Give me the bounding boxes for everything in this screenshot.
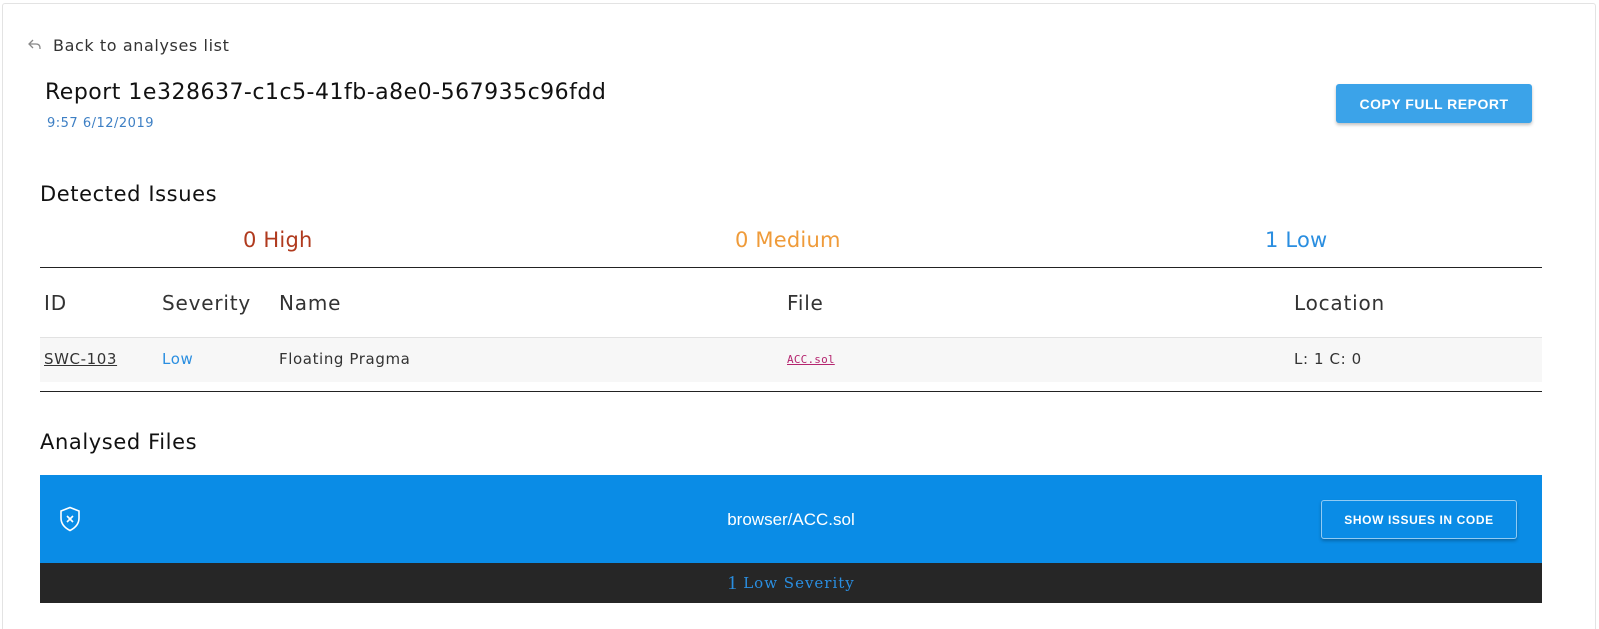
- column-header-file: File: [787, 291, 824, 315]
- analysed-file-name: browser/ACC.sol: [727, 510, 855, 529]
- back-link-label: Back to analyses list: [53, 35, 230, 55]
- back-to-list-link[interactable]: Back to analyses list: [27, 35, 229, 55]
- issue-file-link[interactable]: ACC.sol: [787, 353, 835, 366]
- issue-name: Floating Pragma: [279, 350, 411, 368]
- column-header-name: Name: [279, 291, 342, 315]
- medium-count: 0 Medium: [735, 228, 841, 252]
- severity-counts: 0 High 0 Medium 1 Low: [40, 228, 1542, 268]
- low-count: 1 Low: [1265, 228, 1328, 252]
- issue-location: L: 1 C: 0: [1294, 350, 1362, 368]
- reply-arrow-icon: [27, 37, 43, 53]
- issue-severity: Low: [162, 350, 194, 368]
- show-issues-in-code-button[interactable]: SHOW ISSUES IN CODE: [1321, 500, 1517, 539]
- column-header-location: Location: [1294, 291, 1385, 315]
- low-severity-label: Low Severity: [743, 574, 855, 592]
- issue-id-link[interactable]: SWC-103: [44, 350, 117, 368]
- analysed-files-heading: Analysed Files: [40, 430, 198, 454]
- report-title: Report 1e328637-c1c5-41fb-a8e0-567935c96…: [45, 80, 607, 105]
- high-count: 0 High: [243, 228, 313, 252]
- issues-table-header: ID Severity Name File Location: [40, 268, 1542, 338]
- detected-issues-heading: Detected Issues: [40, 182, 218, 206]
- column-header-id: ID: [44, 291, 67, 315]
- copy-full-report-button[interactable]: COPY FULL REPORT: [1336, 84, 1532, 123]
- file-severity-summary: 1 Low Severity: [40, 563, 1542, 603]
- report-date: 9:57 6/12/2019: [47, 116, 154, 131]
- column-header-severity: Severity: [162, 291, 251, 315]
- table-bottom-divider: [40, 391, 1542, 392]
- table-row: SWC-103 Low Floating Pragma ACC.sol L: 1…: [40, 338, 1542, 382]
- analysed-file-bar: browser/ACC.sol SHOW ISSUES IN CODE: [40, 475, 1542, 563]
- low-severity-count: 1: [727, 571, 738, 594]
- report-panel: Back to analyses list Report 1e328637-c1…: [2, 3, 1596, 629]
